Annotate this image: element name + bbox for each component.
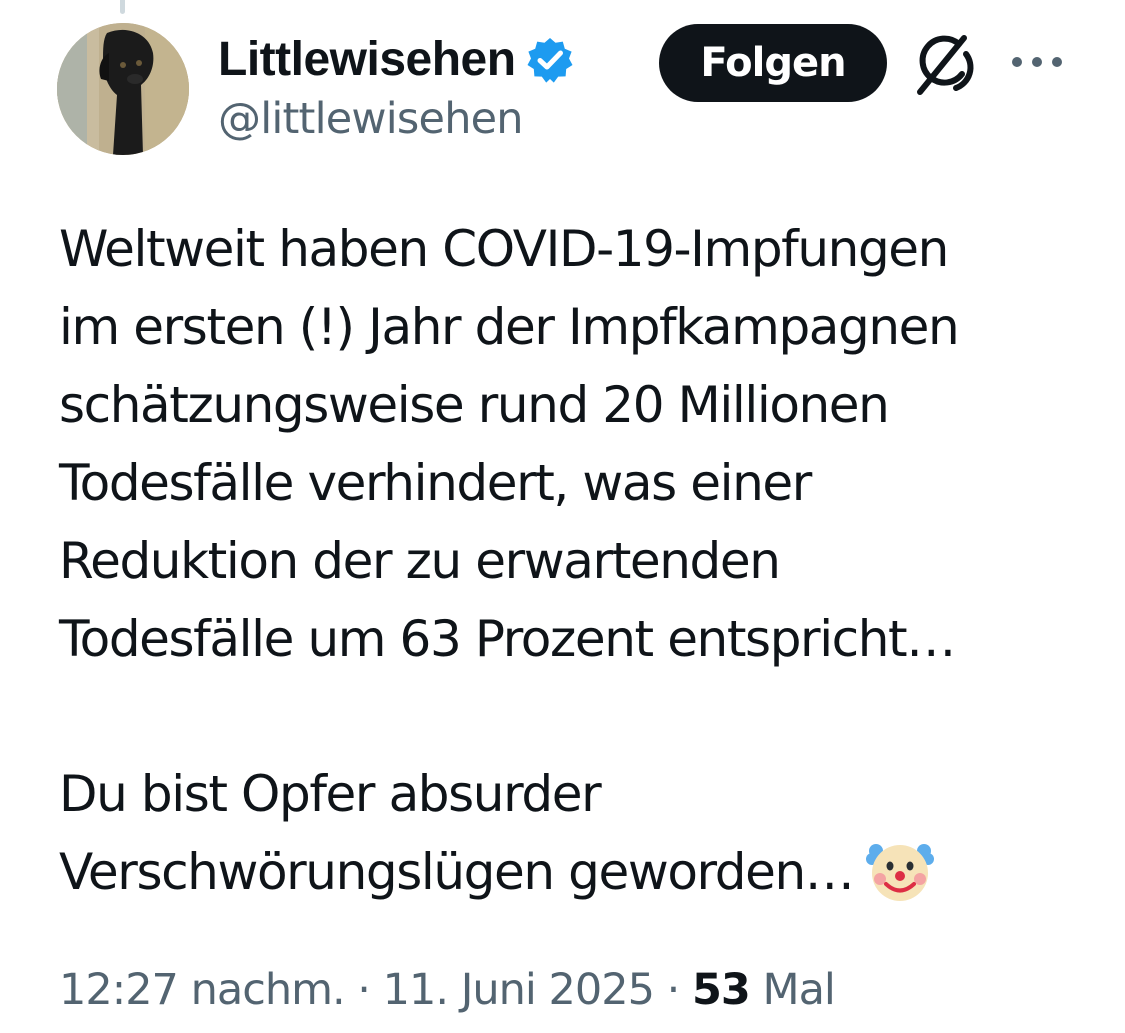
tweet-text-line: Reduktion der zu erwartenden (59, 532, 781, 590)
author-display-name[interactable]: Littlewisehen (218, 36, 516, 84)
tweet-date[interactable]: 11. Juni 2025 (383, 965, 655, 1015)
grok-icon[interactable] (912, 30, 980, 96)
verified-badge-icon (526, 36, 574, 84)
thread-connector-line (120, 0, 125, 14)
tweet-text-final: Verschwörungslügen geworden… (59, 843, 855, 901)
follow-button[interactable]: Folgen (659, 24, 887, 102)
avatar-dog-image (57, 23, 189, 155)
tweet-text-line: Todesfälle verhindert, was einer (59, 454, 812, 512)
tweet-text: Weltweit haben COVID-19-Impfungen im ers… (59, 210, 1099, 911)
author-handle[interactable]: @littlewisehen (218, 98, 524, 141)
tweet-text-line: im ersten (!) Jahr der Impfkampagnen (59, 298, 960, 356)
avatar[interactable] (57, 23, 189, 155)
tweet-card: Littlewisehen @littlewisehen Folgen Welt… (0, 0, 1125, 1033)
tweet-meta: 12:27 nachm. · 11. Juni 2025 · 53 Mal (59, 960, 836, 1020)
author-name-row: Littlewisehen (218, 30, 574, 90)
meta-separator: · (344, 965, 383, 1015)
tweet-text-line: Du bist Opfer absurder (59, 765, 602, 823)
meta-separator: · (653, 965, 692, 1015)
views-label: Mal (762, 965, 835, 1015)
clown-face-icon (865, 835, 935, 905)
tweet-text-line: schätzungsweise rund 20 Millionen (59, 376, 890, 434)
tweet-time[interactable]: 12:27 nachm. (59, 965, 346, 1015)
views-count[interactable]: 53 (692, 965, 751, 1015)
tweet-text-line: Todesfälle um 63 Prozent entspricht… (59, 610, 956, 668)
tweet-text-line: Weltweit haben COVID-19-Impfungen (59, 220, 949, 278)
more-options-icon[interactable] (1008, 50, 1066, 74)
tweet-text-line-last: Verschwörungslügen geworden… (59, 833, 1099, 911)
